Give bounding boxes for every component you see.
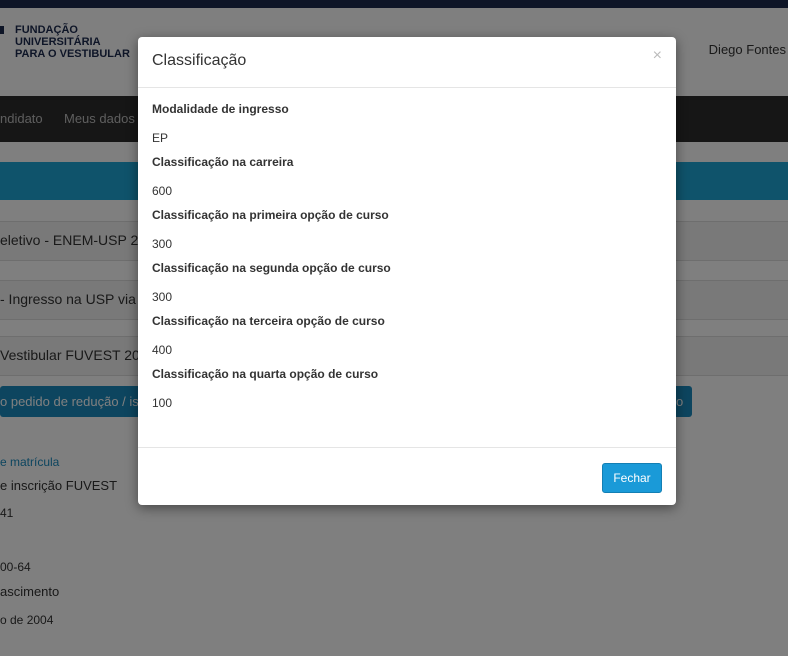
field-label-segunda-opcao: Classificação na segunda opção de curso <box>152 261 391 275</box>
field-value-quarta-opcao: 100 <box>152 396 173 410</box>
classification-modal: Classificação × Modalidade de ingresso E… <box>138 37 676 505</box>
modal-title: Classificação <box>152 52 247 69</box>
close-button[interactable]: Fechar <box>602 463 662 493</box>
field-label-primeira-opcao: Classificação na primeira opção de curso <box>152 208 389 222</box>
field-label-carreira: Classificação na carreira <box>152 155 294 169</box>
field-label-terceira-opcao: Classificação na terceira opção de curso <box>152 314 385 328</box>
modal-header: Classificação × <box>138 37 676 88</box>
modal-footer: Fechar <box>138 447 676 506</box>
field-value-terceira-opcao: 400 <box>152 343 173 357</box>
close-icon[interactable]: × <box>653 47 662 65</box>
field-value-carreira: 600 <box>152 184 173 198</box>
field-label-modalidade: Modalidade de ingresso <box>152 102 289 116</box>
field-value-primeira-opcao: 300 <box>152 237 173 251</box>
field-value-segunda-opcao: 300 <box>152 290 173 304</box>
field-value-modalidade: EP <box>152 131 169 145</box>
field-label-quarta-opcao: Classificação na quarta opção de curso <box>152 367 379 381</box>
